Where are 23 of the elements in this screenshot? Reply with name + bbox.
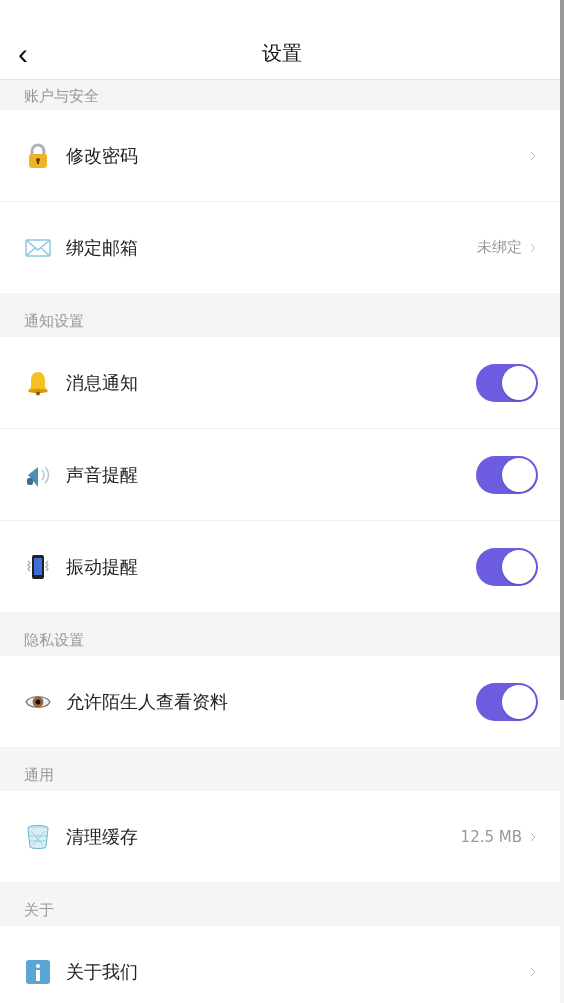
section-title: 账户与安全 [24,87,99,106]
setting-label: 关于我们 [66,959,139,984]
section-title: 通用 [24,766,54,785]
toggle-switch[interactable] [476,547,538,586]
setting-value: 未绑定 [477,238,522,257]
info-icon [24,957,52,986]
page-title: 设置 [262,40,302,67]
toggle-switch[interactable] [476,363,538,402]
trash-icon [24,822,52,851]
setting-label: 消息通知 [66,370,139,395]
toggle-switch[interactable] [476,682,538,721]
section-title: 通知设置 [24,312,84,331]
section-title: 关于 [24,901,54,920]
setting-label: 清理缓存 [66,824,139,849]
setting-label: 修改密码 [66,143,139,168]
setting-label: 声音提醒 [66,462,139,487]
section-title: 隐私设置 [24,631,84,650]
setting-value: 12.5 MB [460,827,522,846]
back-button[interactable]: ‹ [14,39,32,69]
setting-label: 振动提醒 [66,554,139,579]
setting-label: 绑定邮箱 [66,235,139,260]
setting-label: 允许陌生人查看资料 [66,689,229,714]
toggle-switch[interactable] [476,455,538,494]
